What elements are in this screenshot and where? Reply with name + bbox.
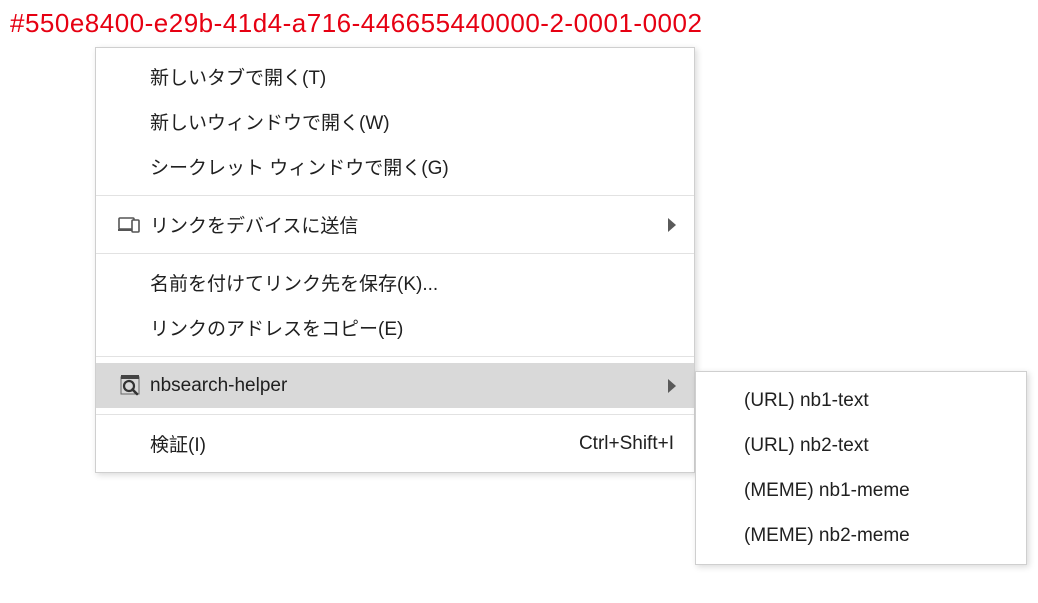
menu-label: シークレット ウィンドウで開く(G) <box>150 153 676 180</box>
context-menu: 新しいタブで開く(T) 新しいウィンドウで開く(W) シークレット ウィンドウで… <box>95 47 695 473</box>
menu-inspect[interactable]: 検証(I) Ctrl+Shift+I <box>96 421 694 466</box>
anchor-link[interactable]: #550e8400-e29b-41d4-a716-446655440000-2-… <box>10 8 702 39</box>
menu-separator <box>96 253 694 254</box>
menu-separator <box>96 414 694 415</box>
menu-label: 新しいタブで開く(T) <box>150 63 676 90</box>
menu-label: 検証(I) <box>150 430 579 457</box>
submenu-item-meme-nb2[interactable]: (MEME) nb2-meme <box>696 513 1026 558</box>
menu-separator <box>96 195 694 196</box>
menu-label: 名前を付けてリンク先を保存(K)... <box>150 269 676 296</box>
menu-open-incognito[interactable]: シークレット ウィンドウで開く(G) <box>96 144 694 189</box>
nbsearch-icon <box>118 374 150 398</box>
menu-copy-link-address[interactable]: リンクのアドレスをコピー(E) <box>96 305 694 350</box>
menu-save-link-as[interactable]: 名前を付けてリンク先を保存(K)... <box>96 260 694 305</box>
menu-open-new-tab[interactable]: 新しいタブで開く(T) <box>96 54 694 99</box>
menu-separator <box>96 356 694 357</box>
submenu-arrow-icon <box>668 379 676 393</box>
submenu-label: (URL) nb2-text <box>744 435 869 457</box>
submenu-label: (URL) nb1-text <box>744 390 869 412</box>
menu-shortcut: Ctrl+Shift+I <box>579 433 676 455</box>
submenu-label: (MEME) nb2-meme <box>744 525 910 547</box>
menu-label: リンクをデバイスに送信 <box>150 211 658 238</box>
device-icon <box>118 217 150 233</box>
menu-send-to-device[interactable]: リンクをデバイスに送信 <box>96 202 694 247</box>
submenu-arrow-icon <box>668 218 676 232</box>
menu-open-new-window[interactable]: 新しいウィンドウで開く(W) <box>96 99 694 144</box>
submenu-label: (MEME) nb1-meme <box>744 480 910 502</box>
nbsearch-submenu: (URL) nb1-text (URL) nb2-text (MEME) nb1… <box>695 371 1027 565</box>
submenu-item-meme-nb1[interactable]: (MEME) nb1-meme <box>696 468 1026 513</box>
menu-label: リンクのアドレスをコピー(E) <box>150 314 676 341</box>
menu-nbsearch-helper[interactable]: nbsearch-helper <box>96 363 694 408</box>
menu-label: 新しいウィンドウで開く(W) <box>150 108 676 135</box>
submenu-item-url-nb1[interactable]: (URL) nb1-text <box>696 378 1026 423</box>
submenu-item-url-nb2[interactable]: (URL) nb2-text <box>696 423 1026 468</box>
menu-label: nbsearch-helper <box>150 375 658 397</box>
